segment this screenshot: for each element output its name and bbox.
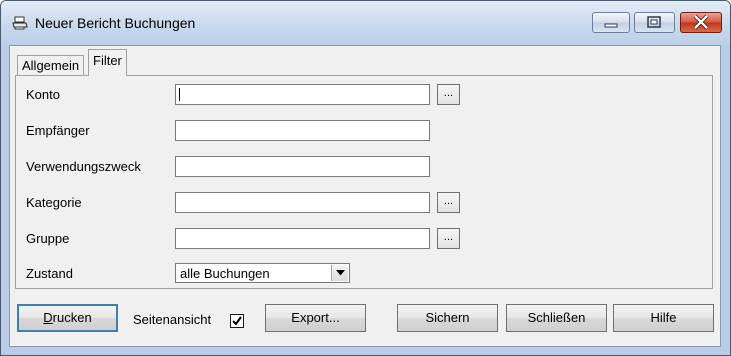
chevron-down-icon: [336, 270, 345, 276]
filter-panel: Konto ... Empfänger Verwendungszweck Kat…: [15, 75, 713, 289]
close-icon: [693, 14, 709, 30]
konto-label: Konto: [26, 87, 60, 102]
verwendungszweck-input[interactable]: [175, 156, 430, 177]
dialog-window: Neuer Bericht Buchungen Allgemein Filter…: [0, 0, 731, 356]
zustand-select[interactable]: alle Buchungen: [175, 263, 350, 283]
minimize-button[interactable]: [592, 12, 630, 33]
sichern-button[interactable]: Sichern: [397, 304, 498, 332]
schliessen-button[interactable]: Schließen: [506, 304, 607, 332]
gruppe-input[interactable]: [175, 228, 430, 249]
kategorie-input[interactable]: [175, 192, 430, 213]
verwendungszweck-label: Verwendungszweck: [26, 159, 141, 174]
kategorie-label: Kategorie: [26, 195, 82, 210]
drucken-label: rucken: [52, 310, 92, 325]
zustand-selected-value: alle Buchungen: [180, 266, 270, 281]
zustand-label: Zustand: [26, 266, 73, 281]
minimize-icon: [604, 23, 618, 28]
tab-filter[interactable]: Filter: [88, 49, 127, 76]
gruppe-browse-button[interactable]: ...: [437, 228, 460, 249]
checkmark-icon: [232, 316, 242, 326]
hilfe-button[interactable]: Hilfe: [613, 304, 714, 332]
printer-icon: [12, 16, 28, 30]
export-button[interactable]: Export...: [265, 304, 366, 332]
seitenansicht-checkbox[interactable]: [230, 314, 244, 328]
drucken-button[interactable]: Drucken: [17, 304, 118, 332]
title-bar[interactable]: Neuer Bericht Buchungen: [1, 1, 730, 45]
maximize-icon: [647, 16, 661, 28]
empfaenger-label: Empfänger: [26, 123, 90, 138]
dialog-client-area: Allgemein Filter Konto ... Empfänger Ver…: [9, 45, 721, 347]
window-title: Neuer Bericht Buchungen: [35, 15, 196, 31]
seitenansicht-label: Seitenansicht: [133, 312, 212, 327]
gruppe-label: Gruppe: [26, 231, 70, 246]
close-button[interactable]: [680, 12, 722, 33]
kategorie-browse-button[interactable]: ...: [437, 192, 460, 213]
dropdown-arrow-button[interactable]: [331, 265, 348, 281]
empfaenger-input[interactable]: [175, 120, 430, 141]
maximize-button[interactable]: [634, 12, 675, 33]
konto-input[interactable]: [175, 84, 430, 105]
konto-browse-button[interactable]: ...: [437, 84, 460, 105]
tab-allgemein[interactable]: Allgemein: [17, 55, 85, 75]
drucken-accelerator: D: [43, 310, 53, 325]
